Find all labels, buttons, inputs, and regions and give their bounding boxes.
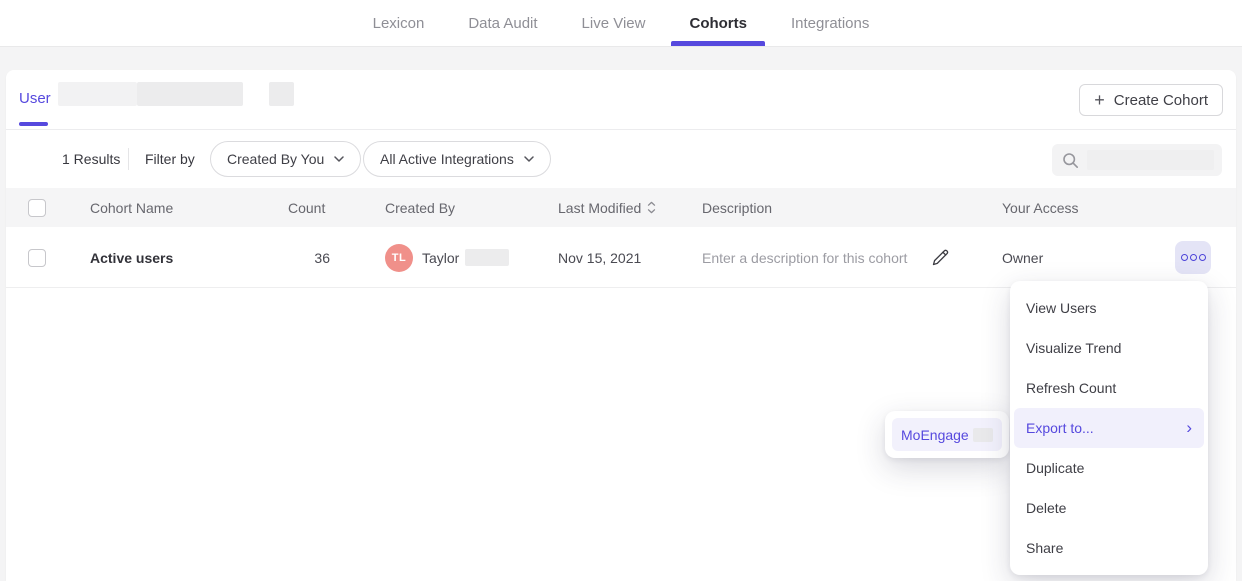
- nav-tab-data-audit[interactable]: Data Audit: [446, 0, 559, 46]
- integrations-filter-label: All Active Integrations: [380, 151, 514, 167]
- header-last-modified-label: Last Modified: [558, 200, 641, 216]
- chevron-down-icon: [334, 156, 344, 162]
- nav-tab-cohorts[interactable]: Cohorts: [667, 0, 769, 46]
- more-dots-icon: [1190, 254, 1197, 261]
- menu-item-view-users[interactable]: View Users: [1014, 288, 1204, 328]
- created-by-filter-label: Created By You: [227, 151, 324, 167]
- select-all-checkbox[interactable]: [28, 199, 46, 217]
- select-all-cell: [28, 188, 46, 227]
- row-select-cell: [28, 227, 46, 288]
- cohort-name[interactable]: Active users: [90, 227, 173, 288]
- row-context-menu: View Users Visualize Trend Refresh Count…: [1010, 281, 1208, 575]
- last-modified-value: Nov 15, 2021: [558, 227, 641, 288]
- redacted-block: [973, 428, 993, 442]
- cohort-count: 36: [288, 227, 330, 288]
- submenu-item-moengage-label: MoEngage: [901, 427, 969, 443]
- table-row[interactable]: Active users 36 TL Taylor Nov 15, 2021 E…: [6, 227, 1236, 288]
- menu-item-share[interactable]: Share: [1014, 528, 1204, 568]
- results-count: 1 Results: [62, 130, 120, 188]
- row-more-actions-button[interactable]: [1175, 241, 1211, 274]
- more-dots-icon: [1181, 254, 1188, 261]
- nav-tab-lexicon[interactable]: Lexicon: [351, 0, 447, 46]
- menu-item-visualize-trend[interactable]: Visualize Trend: [1014, 328, 1204, 368]
- row-checkbox[interactable]: [28, 249, 46, 267]
- table-header: Cohort Name Count Created By Last Modifi…: [6, 188, 1236, 227]
- sort-icon: [647, 201, 656, 214]
- redacted-block: [1087, 150, 1214, 170]
- more-dots-icon: [1199, 254, 1206, 261]
- menu-item-refresh-count[interactable]: Refresh Count: [1014, 368, 1204, 408]
- chevron-down-icon: [524, 156, 534, 162]
- header-your-access: Your Access: [1002, 188, 1079, 227]
- export-submenu: MoEngage: [885, 411, 1009, 458]
- avatar: TL: [385, 244, 413, 272]
- chevron-right-icon: ›: [1186, 419, 1192, 436]
- filter-bar: 1 Results Filter by Created By You All A…: [6, 130, 1236, 188]
- search-input[interactable]: [1052, 144, 1222, 176]
- redacted-block: [465, 249, 509, 266]
- redacted-block: [269, 82, 294, 106]
- active-tab-indicator: [19, 122, 48, 126]
- header-count: Count: [288, 188, 330, 227]
- menu-item-export-to-label: Export to...: [1026, 420, 1094, 436]
- create-cohort-button[interactable]: + Create Cohort: [1079, 84, 1223, 116]
- nav-tab-cohorts-label: Cohorts: [689, 15, 747, 32]
- header-created-by: Created By: [385, 188, 455, 227]
- created-by-name: Taylor: [422, 250, 459, 266]
- integrations-filter-dropdown[interactable]: All Active Integrations: [363, 141, 551, 177]
- filter-by-label: Filter by: [145, 130, 195, 188]
- created-by-filter-dropdown[interactable]: Created By You: [210, 141, 361, 177]
- active-nav-indicator: [671, 41, 765, 46]
- description-placeholder[interactable]: Enter a description for this cohort: [702, 227, 907, 288]
- search-icon: [1062, 152, 1079, 169]
- tab-user[interactable]: User: [19, 70, 51, 126]
- header-last-modified[interactable]: Last Modified: [558, 188, 656, 227]
- access-value: Owner: [1002, 227, 1043, 288]
- edit-description-icon[interactable]: [930, 247, 951, 268]
- header-description: Description: [702, 188, 772, 227]
- menu-item-duplicate[interactable]: Duplicate: [1014, 448, 1204, 488]
- nav-tab-integrations[interactable]: Integrations: [769, 0, 891, 46]
- submenu-item-moengage[interactable]: MoEngage: [892, 418, 1002, 451]
- menu-item-export-to[interactable]: Export to... ›: [1014, 408, 1204, 448]
- created-by-cell: TL Taylor: [385, 227, 509, 288]
- menu-item-delete[interactable]: Delete: [1014, 488, 1204, 528]
- top-nav: Lexicon Data Audit Live View Cohorts Int…: [0, 0, 1242, 47]
- header-cohort-name: Cohort Name: [90, 188, 173, 227]
- nav-tab-live-view[interactable]: Live View: [560, 0, 668, 46]
- divider: [128, 148, 129, 170]
- redacted-block: [137, 82, 243, 106]
- create-cohort-label: Create Cohort: [1114, 92, 1208, 109]
- redacted-block: [58, 82, 137, 106]
- panel-tabs-row: User + Create Cohort: [6, 70, 1236, 130]
- plus-icon: +: [1094, 91, 1105, 109]
- tab-user-label: User: [19, 90, 51, 107]
